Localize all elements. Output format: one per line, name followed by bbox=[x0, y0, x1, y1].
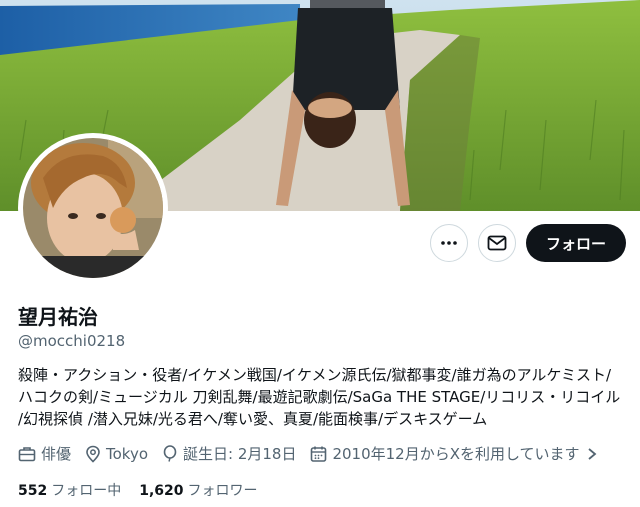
profile-actions: フォロー bbox=[429, 224, 626, 262]
bio-line: ハコクの剣/ミュージカル 刀剣乱舞/最遊記歌劇伝/SaGa THE STAGE/… bbox=[18, 388, 621, 406]
joined-text: 2010年12月からXを利用しています bbox=[332, 445, 580, 463]
chevron-right-icon bbox=[587, 447, 596, 460]
followers-count: 1,620 bbox=[139, 483, 184, 499]
mail-icon bbox=[487, 235, 507, 251]
occupation-text: 俳優 bbox=[41, 445, 72, 463]
more-options-button[interactable] bbox=[429, 224, 468, 262]
calendar-icon bbox=[311, 446, 327, 462]
briefcase-icon bbox=[18, 446, 36, 461]
occupation: 俳優 bbox=[18, 443, 71, 464]
follow-stats: 552 フォロー中 1,620 フォロワー bbox=[18, 480, 276, 500]
birthday: 誕生日: 2月18日 bbox=[162, 443, 296, 464]
bio-line: /幻視探偵 /潜入兄妹/光る君へ/奪い愛、真夏/能面検事/デスキスゲーム bbox=[18, 410, 488, 428]
location-pin-icon bbox=[86, 445, 100, 463]
avatar-photo bbox=[23, 138, 163, 278]
joined-date[interactable]: 2010年12月からXを利用しています bbox=[310, 443, 602, 464]
following-count: 552 bbox=[18, 483, 48, 499]
profile-bio: 殺陣・アクション・役者/イケメン戦国/イケメン源氏伝/獄都事変/誰ガ為のアルケミ… bbox=[18, 364, 628, 430]
location: Tokyo bbox=[85, 445, 148, 463]
balloon-icon bbox=[163, 444, 177, 462]
birthday-text: 誕生日: 2月18日 bbox=[183, 445, 297, 463]
avatar[interactable] bbox=[18, 133, 168, 283]
display-name: 望月祐治 bbox=[18, 305, 98, 329]
followers-link[interactable]: 1,620 フォロワー bbox=[139, 480, 257, 500]
location-text: Tokyo bbox=[106, 444, 149, 463]
message-button[interactable] bbox=[477, 224, 516, 262]
bio-line: 殺陣・アクション・役者/イケメン戦国/イケメン源氏伝/獄都事変/誰ガ為のアルケミ… bbox=[18, 366, 612, 384]
profile-meta: 俳優 Tokyo 誕生日: 2月18日 2010年12月からXを利用しています bbox=[18, 443, 603, 464]
followers-label: フォロワー bbox=[187, 483, 258, 499]
following-label: フォロー中 bbox=[51, 483, 122, 499]
user-handle: @mocchi0218 bbox=[18, 332, 126, 350]
following-link[interactable]: 552 フォロー中 bbox=[18, 480, 121, 500]
follow-button[interactable]: フォロー bbox=[525, 224, 626, 262]
ellipsis-icon bbox=[441, 241, 457, 245]
